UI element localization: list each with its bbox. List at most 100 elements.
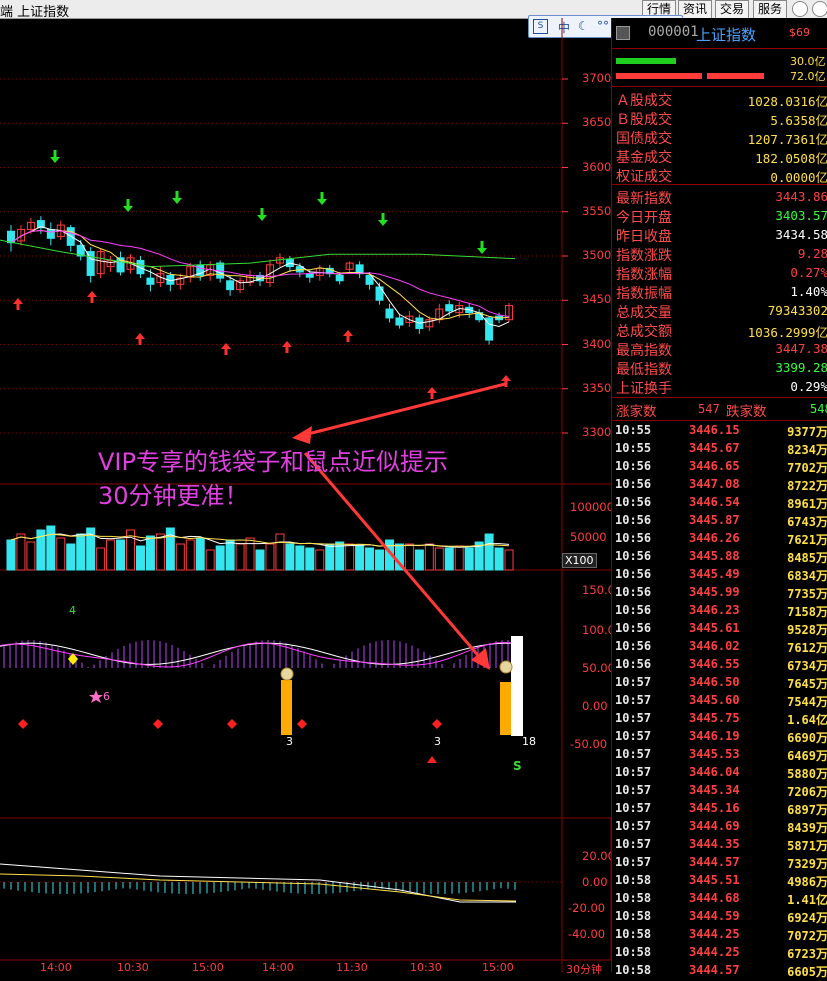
tick-price: 3445.49 xyxy=(689,567,740,581)
volume-bar-down xyxy=(215,545,225,571)
tick-price: 3444.68 xyxy=(689,891,740,905)
tick-time: 10:56 xyxy=(615,657,652,671)
down-count-label: 跌家数 xyxy=(726,404,767,420)
quote-stat-label: 指数振幅 xyxy=(616,286,672,302)
star-icon xyxy=(89,690,103,703)
down-arrow-icon xyxy=(257,215,267,221)
market-stat-value: 182.0508亿 xyxy=(755,151,827,166)
down-arrow-stem xyxy=(320,192,324,199)
tick-price: 3444.59 xyxy=(689,909,740,923)
price-axis-label: 3300 xyxy=(582,425,612,439)
tick-time: 10:57 xyxy=(615,675,652,689)
up-arrow-icon xyxy=(427,387,437,393)
stock-icon[interactable] xyxy=(616,26,630,40)
divider xyxy=(612,420,827,421)
tick-row: 10:57 3445.53 6469万 xyxy=(612,747,827,765)
close-icon[interactable] xyxy=(812,1,827,17)
down-arrow-icon xyxy=(317,199,327,205)
down-arrow-icon xyxy=(172,198,182,204)
down-arrow-icon xyxy=(477,248,487,254)
tick-price: 3445.99 xyxy=(689,585,740,599)
up-arrow-icon xyxy=(13,298,23,304)
volume-bar-up xyxy=(504,549,514,571)
indicator-label-6: 6 xyxy=(103,690,110,703)
quote-stat-value: 3403.57 xyxy=(775,208,827,223)
tick-row: 10:55 3445.67 8234万 xyxy=(612,441,827,459)
time-axis-label: 30分钟 xyxy=(566,963,602,976)
volume-bar-up xyxy=(434,547,444,571)
candles-layer xyxy=(6,216,514,345)
volume-unit-label: X100 xyxy=(562,553,597,568)
tick-time: 10:56 xyxy=(615,549,652,563)
tick-price: 3445.87 xyxy=(689,513,740,527)
indicator-label-3a: 3 xyxy=(286,735,293,748)
menu-service[interactable]: 服务 xyxy=(753,0,788,19)
quote-stat-row: 总成交量 79343302 xyxy=(612,302,827,321)
divider xyxy=(612,48,827,49)
red-diamond-icon xyxy=(153,719,163,729)
volume-bar-up xyxy=(185,539,195,571)
volume-bar-down xyxy=(444,547,454,571)
quote-stat-label: 总成交量 xyxy=(616,305,672,321)
tick-row: 10:56 3446.26 7621万 xyxy=(612,531,827,549)
volume-bar-down xyxy=(494,547,504,571)
tick-volume: 7072万 xyxy=(787,929,827,943)
tick-row: 10:57 3445.60 7544万 xyxy=(612,693,827,711)
quote-stat-row: 指数振幅 1.40% xyxy=(612,283,827,302)
quote-stat-label: 昨日收盘 xyxy=(616,229,672,245)
tick-row: 10:58 3445.51 4986万 xyxy=(612,873,827,891)
volume-bar-down xyxy=(135,545,145,571)
menu-news[interactable]: 资讯 xyxy=(678,0,713,19)
sell-volume-bar-a xyxy=(616,73,702,79)
tick-volume: 6924万 xyxy=(787,911,827,925)
tick-time: 10:58 xyxy=(615,963,652,977)
red-diamond-icon xyxy=(432,719,442,729)
tick-price: 3444.57 xyxy=(689,963,740,977)
quote-panel: 000001 上证指数 $69 30.0亿 72.0亿 Ａ股成交 1028.031… xyxy=(611,18,827,979)
tick-row: 10:58 3444.68 1.41亿 xyxy=(612,891,827,909)
quote-stat-label: 总成交额 xyxy=(616,324,672,340)
quote-stat-value: 1.40% xyxy=(790,284,827,299)
volume-bar-up xyxy=(155,533,165,571)
divider xyxy=(612,184,827,185)
volume-bar-up xyxy=(275,533,285,571)
tick-volume: 6897万 xyxy=(787,803,827,817)
gold-bar-right xyxy=(500,682,511,735)
market-stat-value: 1028.0316亿 xyxy=(747,94,827,109)
tick-row: 10:56 3446.54 8961万 xyxy=(612,495,827,513)
volume-bar-up xyxy=(106,539,116,571)
tick-time: 10:57 xyxy=(615,711,652,725)
volume-bar-down xyxy=(464,547,474,571)
minimize-icon[interactable] xyxy=(792,1,808,17)
indicator-label-4: 4 xyxy=(69,604,76,617)
tick-volume: 7702万 xyxy=(787,461,827,475)
quote-stat-value: 0.27% xyxy=(790,265,827,280)
price-axis-label: 3700 xyxy=(582,71,612,85)
menu-trade[interactable]: 交易 xyxy=(715,0,750,19)
volume-bar-up xyxy=(454,545,464,571)
volume-bar-up xyxy=(265,543,275,571)
quote-stat-label: 最低指数 xyxy=(616,362,672,378)
down-arrow-stem xyxy=(260,208,264,215)
tick-row: 10:57 3445.75 1.64亿 xyxy=(612,711,827,729)
volume-bar-down xyxy=(195,537,205,571)
tick-row: 10:58 3444.57 6605万 xyxy=(612,963,827,981)
tick-time: 10:57 xyxy=(615,765,652,779)
tick-volume: 9377万 xyxy=(787,425,827,439)
volume-bar-up xyxy=(315,549,325,571)
tick-volume: 7158万 xyxy=(787,605,827,619)
tick-time: 10:55 xyxy=(615,423,652,437)
indicator-label-3b: 3 xyxy=(434,735,441,748)
volume-bar-down xyxy=(375,549,385,571)
annotation-line-1: VIP专享的钱袋子和鼠点近似提示 xyxy=(98,448,448,476)
divider xyxy=(612,397,827,398)
tick-volume: 6690万 xyxy=(787,731,827,745)
quote-stat-row: 最新指数 3443.86 xyxy=(612,188,827,207)
candle-down xyxy=(385,308,394,319)
market-stat-label: 国债成交 xyxy=(616,131,672,147)
macd-dif-line xyxy=(0,863,516,903)
tick-volume: 1.64亿 xyxy=(787,713,827,727)
tick-row: 10:58 3444.59 6924万 xyxy=(612,909,827,927)
up-count-value: 547 xyxy=(698,402,720,416)
tick-row: 10:57 3445.34 7206万 xyxy=(612,783,827,801)
